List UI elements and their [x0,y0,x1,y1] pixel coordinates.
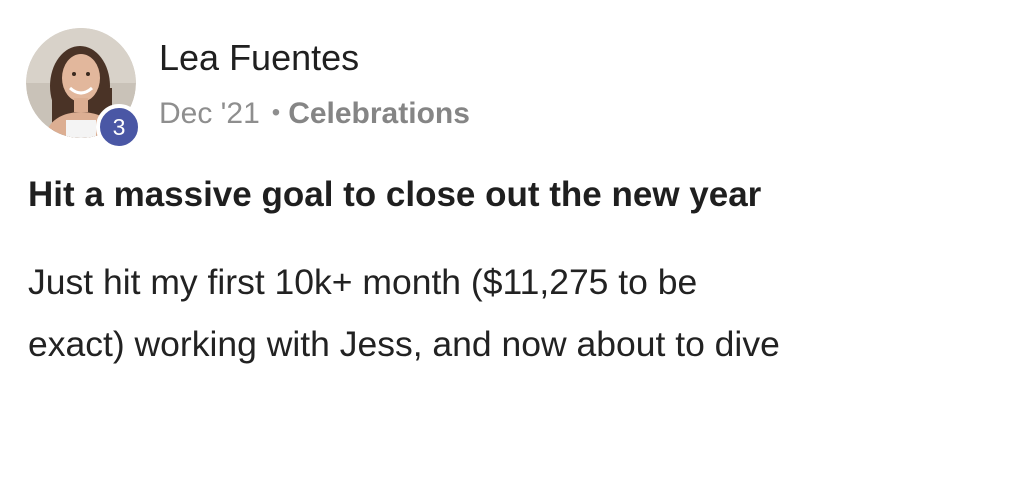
post-date: Dec '21 [159,97,260,130]
meta-separator: • [271,99,281,126]
post-body-line: exact) working with Jess, and now about … [28,324,780,364]
author-avatar-button[interactable]: 3 [26,28,142,150]
post-card: 3 Lea Fuentes Dec '21 • Celebrations Hit a… [0,0,1024,480]
author-name-link[interactable]: Lea Fuentes [159,38,359,78]
post-header: 3 Lea Fuentes Dec '21 • Celebrations [26,24,926,150]
level-badge: 3 [96,104,142,150]
post-body-line: Just hit my first 10k+ month ($11,275 to… [28,262,698,302]
category-link[interactable]: Celebrations [288,97,470,130]
post-title: Hit a massive goal to close out the new … [28,175,762,214]
post-meta: Dec '21 • Celebrations [159,97,470,133]
post-body: Just hit my first 10k+ month ($11,275 to… [28,251,988,375]
